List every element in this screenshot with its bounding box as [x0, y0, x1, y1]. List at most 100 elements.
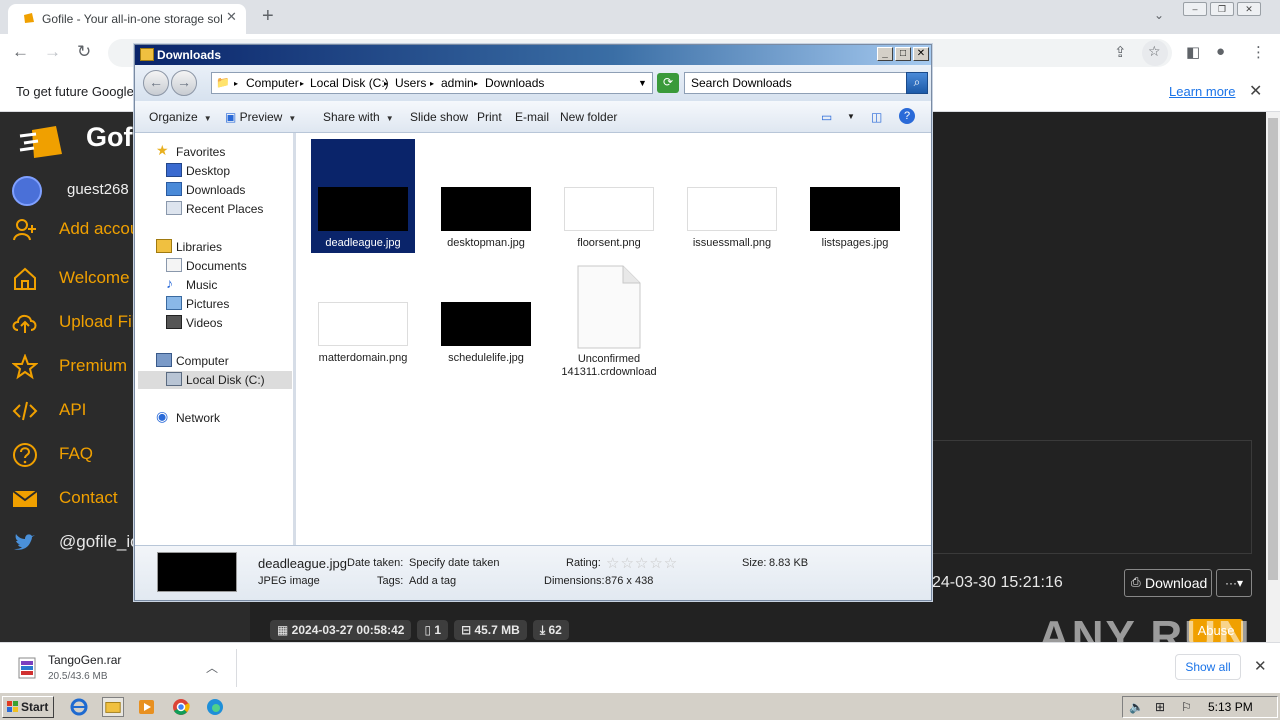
breadcrumb-separator-icon[interactable]: ▸ [384, 79, 388, 88]
reload-icon[interactable]: ↻ [77, 42, 91, 62]
search-input[interactable]: Search Downloads [684, 72, 908, 94]
preview-button[interactable]: ▣ Preview ▼ [225, 110, 296, 124]
nav-label: Documents [186, 259, 247, 273]
nav-libraries[interactable]: Libraries [156, 238, 312, 256]
share-icon[interactable]: ⇪ [1114, 43, 1127, 61]
new-tab-icon[interactable]: + [262, 5, 274, 28]
breadcrumb-admin[interactable]: admin [441, 76, 474, 90]
forward-icon[interactable]: → [171, 70, 197, 96]
documents-icon [166, 258, 182, 272]
dropdown-arrow-icon: ▼ [288, 114, 297, 123]
nav-local-disk[interactable]: Local Disk (C:) [138, 371, 292, 389]
flag-icon[interactable]: ⚐ [1181, 700, 1192, 714]
avatar [12, 176, 42, 206]
profile-icon[interactable]: ● [1216, 43, 1225, 60]
file-count-badge: ▯ 1 [417, 620, 449, 640]
menu-icon[interactable]: ⋮ [1251, 43, 1266, 61]
breadcrumb-separator-icon[interactable]: ▸ [474, 79, 478, 88]
page-scrollbar[interactable] [1266, 112, 1280, 642]
file-item[interactable]: floorsent.png [557, 139, 661, 253]
rating-stars-icon[interactable]: ☆☆☆☆☆ [606, 554, 678, 572]
breadcrumb-local-disk[interactable]: Local Disk (C:) [310, 76, 389, 90]
address-dropdown-icon[interactable]: ▼ [638, 78, 647, 88]
more-options-button[interactable]: ···▾ [1216, 569, 1252, 597]
explorer-title: Downloads [157, 48, 222, 62]
start-button[interactable]: Start [2, 696, 54, 718]
download-button[interactable]: ⎙ Download [1124, 569, 1212, 597]
tab-gofile[interactable]: Gofile - Your all-in-one storage solutio… [8, 4, 246, 34]
file-name: Unconfirmed 141311.crdownload [561, 353, 657, 378]
chevron-up-icon[interactable]: ︿ [206, 659, 218, 676]
email-button[interactable]: E-mail [515, 110, 549, 124]
slide-show-button[interactable]: Slide show [410, 110, 468, 124]
sidebar-item-label: Contact [59, 488, 118, 507]
view-dropdown-icon[interactable]: ▼ [847, 112, 855, 121]
file-name: listspages.jpg [821, 237, 889, 249]
ie-icon[interactable] [68, 697, 90, 717]
nav-label: Pictures [186, 297, 230, 311]
close-icon[interactable]: ✕ [913, 47, 929, 61]
maximize-icon[interactable]: □ [895, 47, 911, 61]
new-folder-button[interactable]: New folder [560, 110, 617, 124]
download-file-name[interactable]: TangoGen.rar [48, 653, 121, 667]
nav-favorites[interactable]: ★ Favorites [156, 142, 312, 161]
breadcrumb-users[interactable]: Users [395, 76, 426, 90]
file-item[interactable]: Unconfirmed 141311.crdownload [557, 265, 661, 391]
created-date-value: 2024-03-27 00:58:42 [291, 623, 405, 637]
show-all-button[interactable]: Show all [1175, 654, 1241, 680]
breadcrumb-downloads[interactable]: Downloads [485, 76, 544, 90]
minimize-icon[interactable]: – [1183, 2, 1207, 16]
nav-computer[interactable]: Computer [156, 352, 312, 370]
volume-icon[interactable]: 🔈 [1129, 700, 1144, 714]
breadcrumb-computer[interactable]: Computer [246, 76, 299, 90]
search-icon[interactable]: ⌕ [906, 72, 928, 94]
file-item[interactable]: desktopman.jpg [434, 139, 538, 253]
organize-button[interactable]: Organize ▼ [149, 110, 212, 124]
tab-close-icon[interactable]: ✕ [226, 9, 237, 25]
scrollbar-thumb[interactable] [1268, 118, 1278, 580]
nav-label: Local Disk (C:) [186, 373, 265, 387]
file-item[interactable]: listspages.jpg [803, 139, 907, 253]
dimensions-label: Dimensions: [544, 575, 605, 587]
minimize-icon[interactable]: _ [877, 47, 893, 61]
explorer-taskbar-icon[interactable] [102, 697, 124, 717]
back-icon[interactable]: ← [143, 70, 169, 96]
nav-label: Videos [186, 316, 223, 330]
chrome-icon[interactable] [170, 697, 192, 717]
info-bar-close-icon[interactable]: ✕ [1249, 81, 1262, 101]
tab-search-chevron-icon[interactable]: ⌄ [1154, 8, 1164, 22]
date-taken-value[interactable]: Specify date taken [409, 557, 500, 569]
edge-icon[interactable] [204, 697, 226, 717]
breadcrumb[interactable]: 📁 ▸ Computer ▸ Local Disk (C:) ▸ Users ▸… [211, 72, 653, 94]
file-item[interactable]: matterdomain.png [311, 254, 415, 368]
media-player-icon[interactable] [136, 697, 158, 717]
refresh-icon[interactable]: ⟳ [657, 73, 679, 93]
change-view-icon[interactable]: ▭ [821, 110, 832, 124]
shelf-close-icon[interactable]: ✕ [1254, 657, 1267, 675]
breadcrumb-separator-icon[interactable]: ▸ [430, 79, 434, 88]
bookmark-star-button[interactable]: ☆ [1142, 40, 1168, 66]
nav-network[interactable]: ◉ Network [156, 408, 312, 427]
print-button[interactable]: Print [477, 110, 502, 124]
help-icon[interactable]: ? [899, 108, 915, 124]
close-window-icon[interactable]: ✕ [1237, 2, 1261, 16]
file-name: deadleague.jpg [325, 237, 401, 249]
file-item[interactable]: deadleague.jpg [311, 139, 415, 253]
tags-value[interactable]: Add a tag [409, 575, 456, 587]
back-icon[interactable]: ← [12, 42, 29, 62]
file-item[interactable]: issuessmall.png [680, 139, 784, 253]
learn-more-link[interactable]: Learn more [1169, 84, 1235, 99]
share-with-button[interactable]: Share with ▼ [323, 110, 394, 124]
forward-icon[interactable]: → [44, 42, 61, 62]
dropdown-arrow-icon: ▼ [203, 114, 212, 123]
organize-label: Organize [149, 110, 198, 124]
file-item[interactable]: schedulelife.jpg [434, 254, 538, 368]
explorer-title-bar[interactable]: Downloads _ □ ✕ [135, 45, 931, 65]
preview-pane-icon[interactable]: ◫ [871, 110, 882, 124]
size-value: 8.83 KB [769, 557, 809, 569]
restore-icon[interactable]: ❐ [1210, 2, 1234, 16]
breadcrumb-separator-icon[interactable]: ▸ [234, 79, 238, 88]
side-panel-icon[interactable]: ◧ [1186, 43, 1200, 61]
network-icon[interactable]: ⊞ [1155, 700, 1165, 714]
breadcrumb-separator-icon[interactable]: ▸ [300, 79, 304, 88]
